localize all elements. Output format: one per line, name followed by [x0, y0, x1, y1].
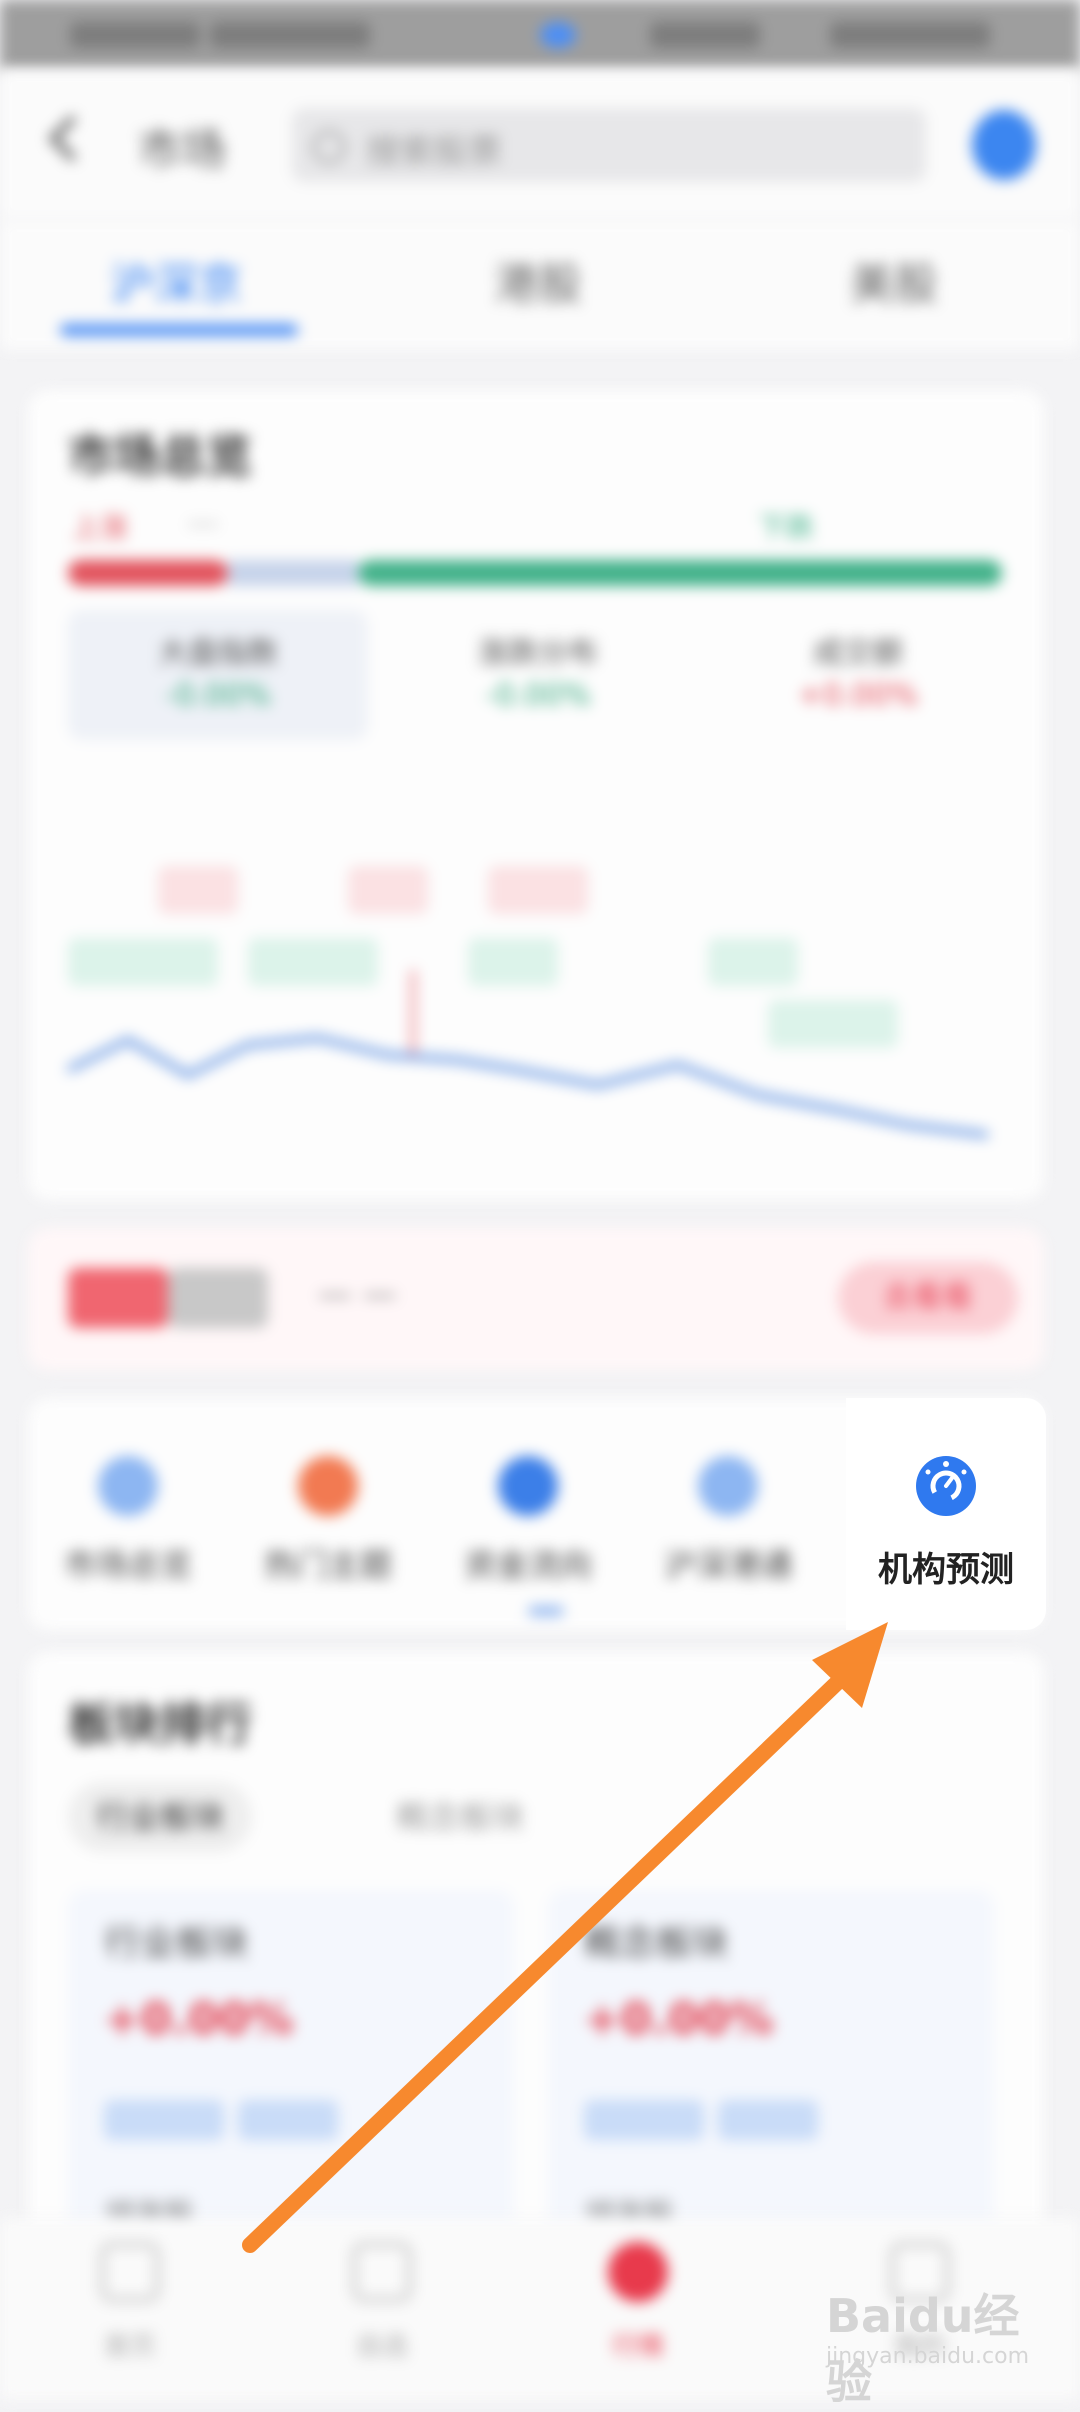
watermark-url: jingyan.baidu.com — [826, 2344, 1030, 2369]
arrow-shaft — [242, 1670, 850, 2253]
watermark: Baidu经验 jingyan.baidu.com — [820, 2280, 1060, 2409]
annotation-arrow — [242, 1622, 888, 2253]
